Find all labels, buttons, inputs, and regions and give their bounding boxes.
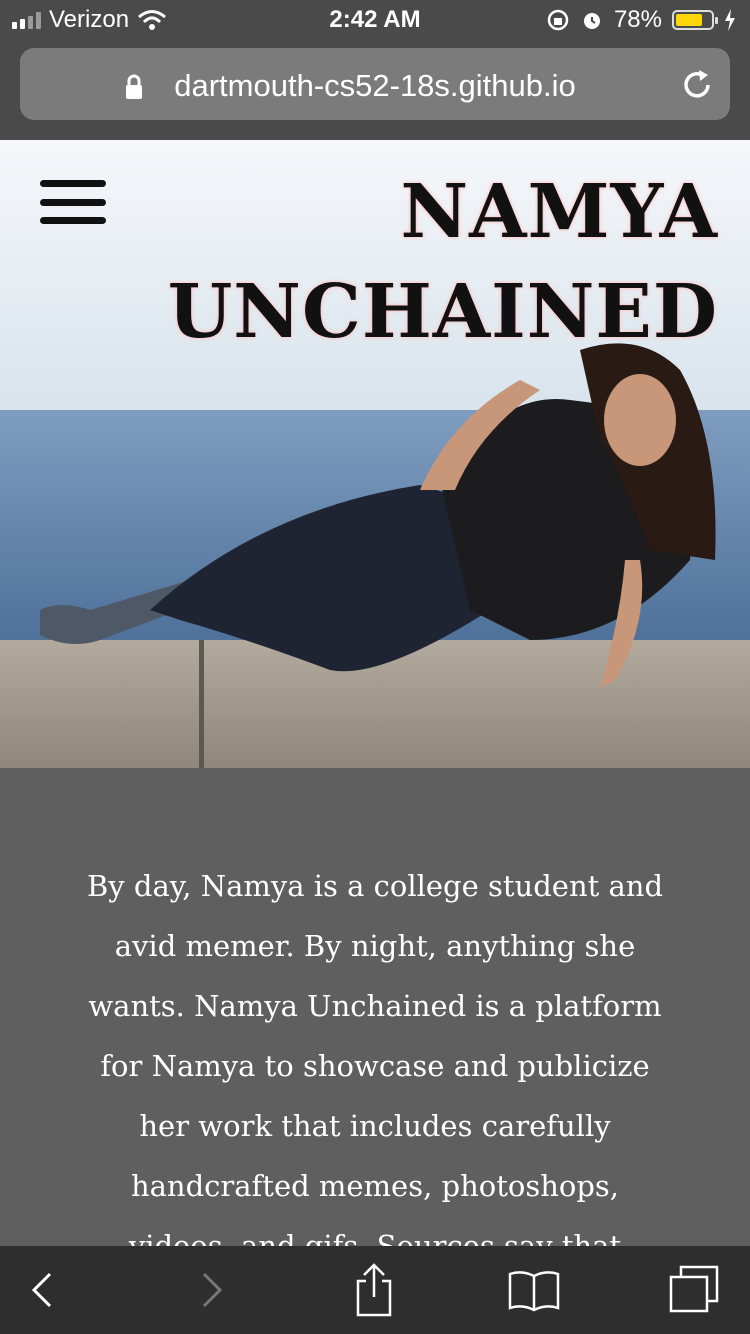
bookmarks-icon[interactable] [506,1264,562,1316]
browser-address-bar: dartmouth-cs52-18s.github.io [0,40,750,140]
tabs-icon[interactable] [666,1264,722,1316]
hero-banner: NAMYA UNCHAINED [0,140,750,768]
alarm-icon [583,13,600,29]
charging-bolt-icon [725,9,735,31]
hamburger-menu-icon[interactable] [40,180,106,224]
forward-icon[interactable] [184,1264,240,1316]
site-title-line2: UNCHAINED [167,269,718,355]
url-text: dartmouth-cs52-18s.github.io [174,68,576,103]
battery-icon [672,10,718,30]
browser-toolbar [0,1246,750,1334]
site-title: NAMYA UNCHAINED [98,162,718,362]
orientation-lock-icon [547,9,569,31]
status-right: 78% [546,6,736,34]
reload-icon[interactable] [680,68,714,102]
back-icon[interactable] [14,1264,70,1316]
url-field[interactable]: dartmouth-cs52-18s.github.io [20,48,730,120]
share-icon[interactable] [346,1263,402,1317]
status-bar: Verizon 2:42 AM 78% [0,0,750,40]
battery-percent: 78% [613,6,662,33]
intro-section: By day, Namya is a college student and a… [0,768,750,1246]
site-title-line1: NAMYA [400,169,718,255]
intro-paragraph: By day, Namya is a college student and a… [86,869,664,1246]
